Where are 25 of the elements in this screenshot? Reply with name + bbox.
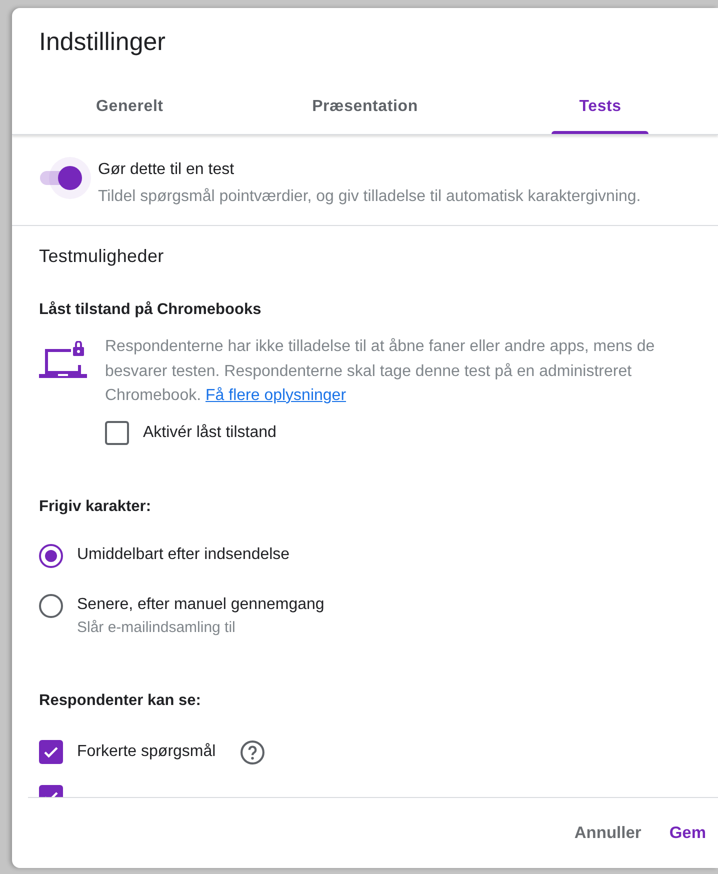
radio-button[interactable] <box>39 544 63 568</box>
tab[interactable]: Tests <box>482 80 718 134</box>
radio-button[interactable] <box>39 594 63 618</box>
radio-label: Umiddelbart efter indsendelse <box>77 546 290 564</box>
save-button[interactable]: Gem <box>659 816 716 850</box>
laptop-lock-icon <box>39 341 87 379</box>
tab[interactable]: Generelt <box>12 80 248 134</box>
cancel-button[interactable]: Annuller <box>564 816 652 850</box>
section-title: Testmuligheder <box>39 246 164 266</box>
checkbox[interactable] <box>39 740 63 764</box>
section-heading: Frigiv karakter: <box>39 498 151 514</box>
locked-mode-description: Respondenterne har ikke tilladelse til at åbne faner eller andre apps, mens de besvarer testen. Respondenterne skal tage denne test på en administreret Chromebook. Få flere oplysninger <box>105 337 656 406</box>
learn-more-link[interactable]: Få flere oplysninger <box>206 387 346 404</box>
dialog-title: Indstillinger <box>39 28 166 56</box>
section-heading: Respondenter kan se: <box>39 692 201 708</box>
checkbox[interactable] <box>105 420 129 444</box>
help-icon[interactable] <box>240 740 265 764</box>
tab[interactable]: Præsentation <box>247 80 483 134</box>
section-heading: Låst tilstand på Chromebooks <box>39 301 262 318</box>
radio-note: Slår e-mailindsamling til <box>77 618 236 638</box>
checkbox-label: Aktivér låst tilstand <box>143 424 276 442</box>
radio-label: Senere, efter manuel gennemgang <box>77 596 324 614</box>
toggle-description: Tildel spørgsmål pointværdier, og giv tilladelse til automatisk karaktergivning. <box>98 187 641 207</box>
toggle-label: Gør dette til en test <box>98 161 236 179</box>
checkbox-label: Forkerte spørgsmål <box>77 743 216 761</box>
